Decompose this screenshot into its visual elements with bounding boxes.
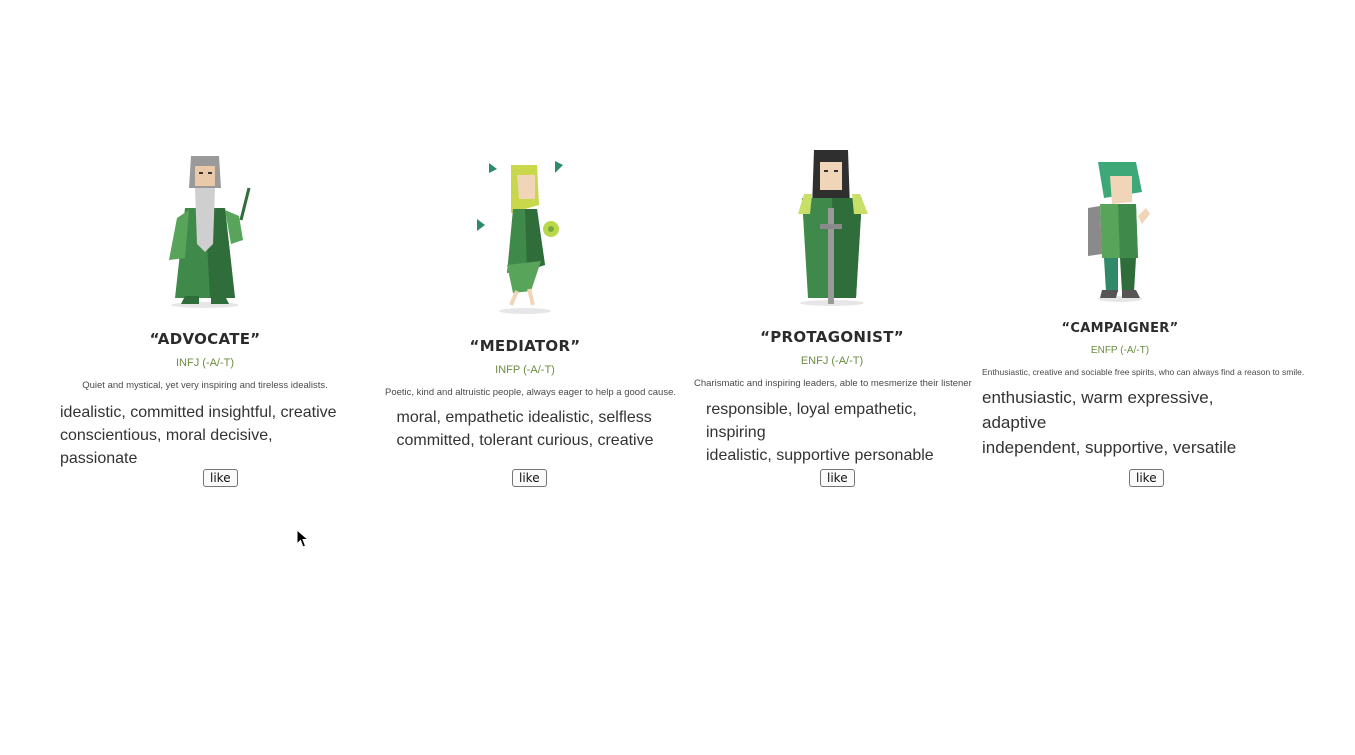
card-description: Charismatic and inspiring leaders, able … — [694, 378, 972, 389]
card-mediator: “MEDIATOR” INFP (-A/-T) Poetic, kind and… — [385, 155, 676, 452]
card-title: “PROTAGONIST” — [760, 328, 904, 346]
campaigner-illustration — [1088, 162, 1150, 302]
traits-list: responsible, loyal empathetic, inspiring… — [694, 398, 970, 467]
card-description: Quiet and mystical, yet very inspiring a… — [82, 380, 328, 391]
advocate-illustration — [169, 156, 251, 308]
card-description: Poetic, kind and altruistic people, alwa… — [385, 387, 676, 398]
card-advocate: “ADVOCATE” INFJ (-A/-T) Quiet and mystic… — [60, 148, 350, 470]
type-code: ENFP (-A/-T) — [1090, 345, 1150, 356]
like-button[interactable]: like — [820, 469, 855, 487]
card-campaigner: “CAMPAIGNER” ENFP (-A/-T) Enthusiastic, … — [982, 158, 1305, 460]
card-description: Enthusiastic, creative and sociable free… — [982, 367, 1305, 377]
card-title: “MEDIATOR” — [469, 337, 581, 355]
like-button[interactable]: like — [203, 469, 238, 487]
card-protagonist: “PROTAGONIST” ENFJ (-A/-T) Charismatic a… — [694, 148, 972, 467]
type-code: ENFJ (-A/-T) — [800, 355, 864, 367]
traits-line: idealistic, supportive personable — [706, 447, 934, 464]
like-button[interactable]: like — [1129, 469, 1164, 487]
protagonist-illustration — [798, 150, 868, 306]
traits-list: enthusiastic, warm expressive, adaptive … — [982, 385, 1258, 460]
traits-list: moral, empathetic idealistic, selfless c… — [397, 406, 654, 452]
type-code: INFJ (-A/-T) — [175, 357, 235, 369]
traits-line: responsible, loyal empathetic, inspiring — [706, 401, 917, 441]
card-title: “CAMPAIGNER” — [1061, 321, 1179, 336]
mouse-pointer-icon — [296, 529, 310, 548]
traits-line: committed, tolerant curious, creative — [396, 432, 654, 449]
type-code: INFP (-A/-T) — [495, 364, 555, 376]
traits-line: idealistic, committed insightful, creati… — [60, 404, 337, 421]
like-button[interactable]: like — [512, 469, 547, 487]
traits-line: moral, empathetic idealistic, selfless — [396, 409, 652, 426]
mediator-illustration — [477, 161, 563, 314]
traits-list: idealistic, committed insightful, creati… — [60, 401, 350, 470]
traits-line: enthusiastic, warm expressive, adaptive — [982, 388, 1214, 432]
card-title: “ADVOCATE” — [149, 330, 261, 348]
traits-line: independent, supportive, versatile — [982, 438, 1237, 457]
traits-line: conscientious, moral decisive, passionat… — [60, 427, 273, 467]
